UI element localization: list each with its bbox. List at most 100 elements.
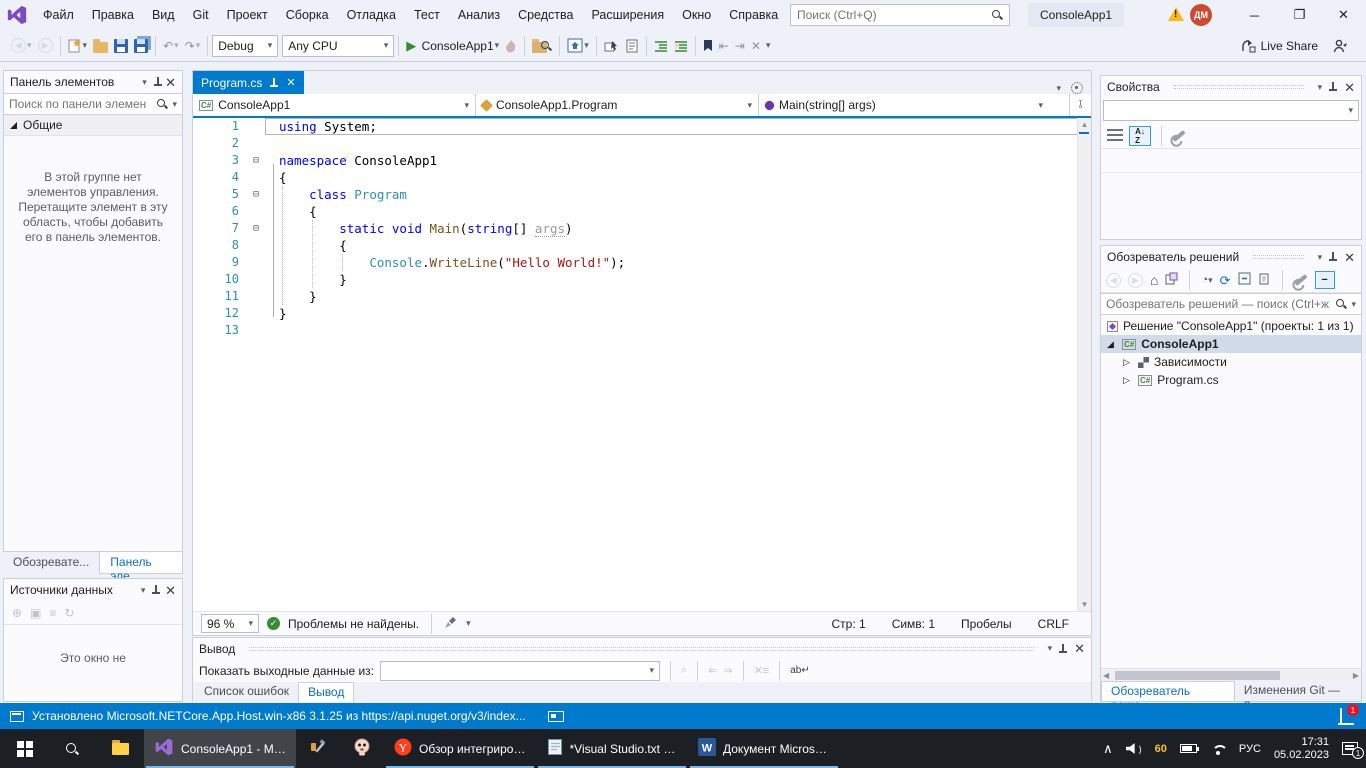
minimize-button[interactable]: ─ — [1232, 0, 1277, 30]
menu-item-11[interactable]: Окно — [673, 4, 720, 26]
fold-collapse-icon[interactable]: ⊟ — [247, 186, 265, 203]
hot-reload-icon[interactable] — [502, 34, 520, 58]
collapse-all-icon[interactable] — [1238, 272, 1251, 288]
next-message-icon[interactable]: ⇒ — [723, 664, 732, 677]
warning-icon[interactable]: ! — [1168, 7, 1184, 21]
data-sources-close-icon[interactable]: ✕ — [165, 584, 176, 597]
properties-pin-icon[interactable] — [1328, 81, 1338, 93]
solution-explorer-close-icon[interactable]: ✕ — [1344, 251, 1355, 264]
output-source-dropdown[interactable]: ▾ — [380, 661, 660, 681]
action-center-icon[interactable]: 1 — [1342, 742, 1358, 755]
taskbar-button-yandex[interactable]: YОбзор интегриров... — [384, 729, 536, 768]
word-wrap-icon[interactable]: ab↵ — [790, 665, 810, 676]
menu-item-8[interactable]: Анализ — [449, 4, 509, 26]
menu-item-6[interactable]: Отладка — [338, 4, 405, 26]
code-cleanup-dropdown-icon[interactable]: ▾ — [466, 619, 471, 628]
save-icon[interactable] — [111, 34, 131, 58]
scrollbar-thumb[interactable] — [1115, 671, 1280, 680]
configure-data-source-icon[interactable]: ≡ — [49, 606, 56, 620]
find-message-icon[interactable]: ⌕ — [681, 664, 687, 677]
menu-item-10[interactable]: Расширения — [582, 4, 673, 26]
properties-close-icon[interactable]: ✕ — [1344, 81, 1355, 94]
configuration-dropdown[interactable]: Debug▾ — [212, 35, 278, 57]
code-line-1[interactable]: 1using System; — [193, 118, 1091, 135]
menu-item-7[interactable]: Тест — [405, 4, 449, 26]
tab-close-icon[interactable]: ✕ — [286, 76, 295, 89]
clock[interactable]: 17:31 05.02.2023 — [1274, 736, 1329, 762]
code-line-10[interactable]: 10 } — [193, 271, 1091, 288]
menu-item-5[interactable]: Сборка — [277, 4, 338, 26]
tab-toolbox[interactable]: Панель эле... — [99, 552, 183, 574]
active-files-dropdown-icon[interactable]: ▾ — [1056, 84, 1061, 93]
navigate-forward-button[interactable]: ▶ — [35, 34, 56, 58]
alphabetical-sort-icon[interactable]: A↓Z — [1129, 126, 1151, 146]
fold-collapse-icon[interactable]: ⊟ — [247, 220, 265, 237]
tab-server-explorer[interactable]: Обозревате... — [3, 552, 99, 574]
clear-bookmarks-icon[interactable]: ✕ — [748, 34, 764, 58]
switch-views-icon[interactable] — [1165, 272, 1178, 288]
taskbar-button-tools[interactable] — [296, 729, 340, 768]
toolbox-group-header[interactable]: Общие — [4, 115, 182, 136]
live-share-button[interactable]: Live Share — [1241, 39, 1348, 53]
fold-collapse-icon[interactable]: ⊟ — [247, 152, 265, 169]
scroll-up-icon[interactable]: ▲ — [1081, 118, 1089, 131]
code-line-12[interactable]: 12} — [193, 305, 1091, 322]
close-button[interactable]: ✕ — [1321, 0, 1366, 30]
split-editor-handle[interactable]: ⫱ — [1069, 94, 1091, 116]
menu-item-12[interactable]: Справка — [720, 4, 787, 26]
increase-indent-icon[interactable]: ? — [671, 34, 691, 58]
battery-icon[interactable] — [1180, 744, 1197, 753]
tree-row-project[interactable]: ◢ C# ConsoleApp1 — [1101, 335, 1361, 353]
toolbox-menu-icon[interactable]: ▾ — [142, 78, 147, 87]
feedback-person-icon[interactable] — [1333, 39, 1348, 53]
health-message[interactable]: Проблемы не найдены. — [288, 617, 419, 631]
properties-object-dropdown[interactable]: ▾ — [1103, 100, 1359, 121]
wifi-icon[interactable] — [1210, 743, 1226, 755]
toolbox-pin-icon[interactable] — [153, 76, 159, 88]
se-home-icon[interactable]: ⌂ — [1150, 272, 1158, 288]
expander-icon[interactable]: ◢ — [1107, 339, 1117, 350]
data-sources-menu-icon[interactable]: ▾ — [141, 586, 146, 595]
prev-message-icon[interactable]: ⇐ — [708, 664, 717, 677]
pending-changes-filter-icon[interactable]: ◔▾ — [1201, 274, 1212, 286]
find-in-files-icon[interactable] — [529, 34, 555, 58]
code-cleanup-broom-icon[interactable] — [444, 616, 458, 632]
menu-item-9[interactable]: Средства — [509, 4, 582, 26]
property-pages-wrench-icon[interactable] — [1172, 129, 1185, 141]
add-data-source-icon[interactable]: ⊕ — [12, 606, 22, 620]
refresh-data-source-icon[interactable]: ↻ — [64, 606, 74, 620]
redo-button[interactable]: ↷▾ — [182, 34, 204, 58]
volume-icon[interactable]: ) — [1126, 743, 1142, 755]
avatar[interactable]: ДМ — [1190, 4, 1212, 26]
document-outline-icon[interactable] — [622, 34, 642, 58]
code-line-13[interactable]: 13 — [193, 322, 1091, 339]
decrease-indent-icon[interactable] — [651, 34, 671, 58]
web-home-icon[interactable]: ▾ — [564, 34, 592, 58]
tab-output[interactable]: Вывод — [298, 682, 354, 702]
code-line-2[interactable]: 2 — [193, 135, 1091, 152]
start-button[interactable] — [0, 729, 48, 768]
solution-explorer-menu-icon[interactable]: ▾ — [1318, 253, 1323, 262]
scroll-right-icon[interactable]: ▶ — [1351, 671, 1361, 680]
tree-row-program-cs[interactable]: ▷ C# Program.cs — [1101, 371, 1361, 389]
solution-search-input[interactable] — [1106, 297, 1331, 311]
member-dropdown[interactable]: Main(string[] args)▾ — [759, 94, 1049, 116]
menu-item-3[interactable]: Git — [184, 4, 218, 26]
se-forward-icon[interactable]: ▶ — [1128, 273, 1143, 288]
notifications-bell-icon[interactable]: 1 — [1340, 709, 1342, 723]
toggle-bookmark-icon[interactable] — [700, 34, 716, 58]
battery-percent-indicator[interactable]: 60 — [1155, 743, 1167, 755]
output-pin-icon[interactable] — [1058, 643, 1068, 655]
data-sources-pin-icon[interactable] — [151, 584, 159, 596]
tab-pin-icon[interactable] — [269, 77, 279, 89]
code-line-6[interactable]: 6 { — [193, 203, 1091, 220]
code-line-11[interactable]: 11 } — [193, 288, 1091, 305]
properties-wrench-icon[interactable] — [1294, 274, 1307, 286]
toolbox-close-icon[interactable]: ✕ — [165, 76, 176, 89]
tree-row-solution[interactable]: Решение "ConsoleApp1" (проекты: 1 из 1) — [1101, 317, 1361, 335]
run-button[interactable]: ▶ ConsoleApp1▾ — [403, 34, 502, 58]
new-project-icon[interactable]: ▾ — [65, 34, 91, 58]
menu-item-4[interactable]: Проект — [218, 4, 277, 26]
edit-data-source-icon[interactable]: ▣ — [30, 606, 41, 620]
language-indicator[interactable]: РУС — [1239, 743, 1261, 755]
